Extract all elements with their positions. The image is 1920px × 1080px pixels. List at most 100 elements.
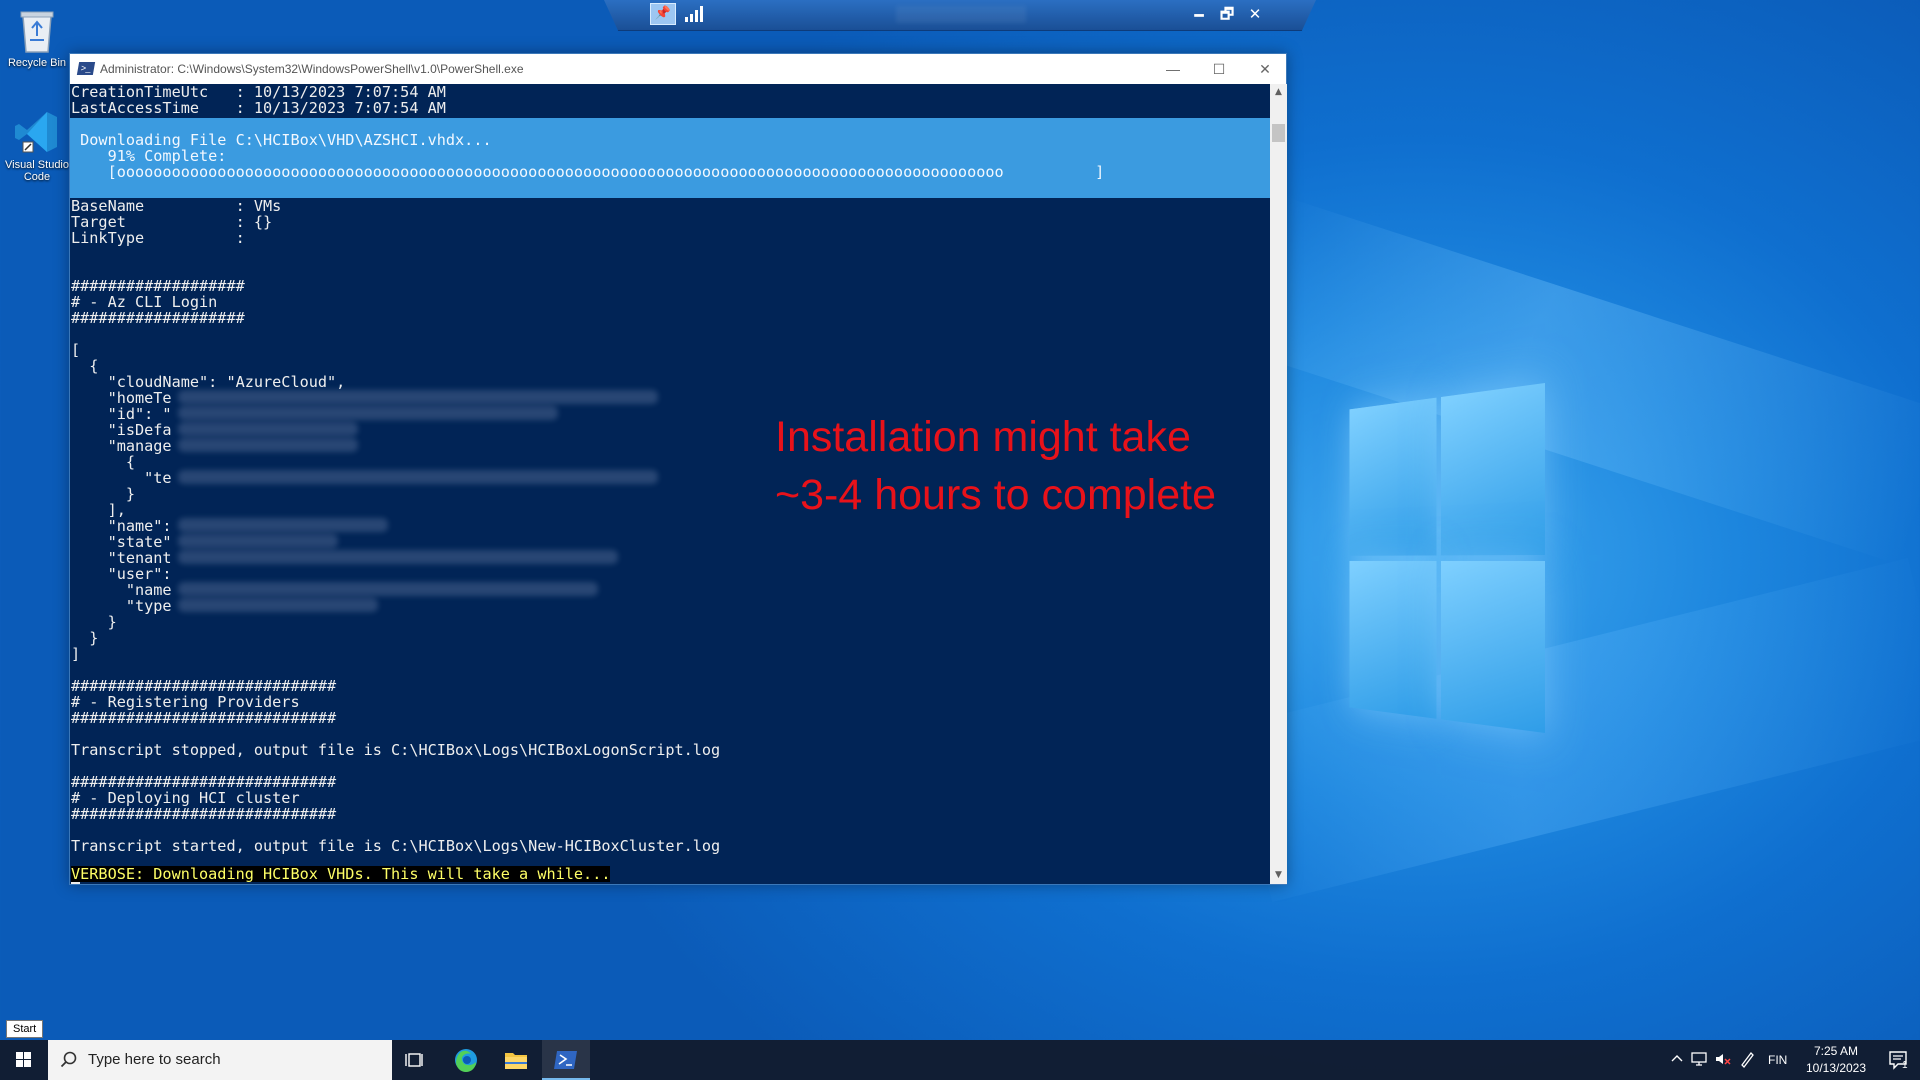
redacted-value — [178, 534, 338, 548]
rdp-minimize-button[interactable]: 🗕 — [1188, 3, 1210, 25]
pen-workspace-icon[interactable] — [1738, 1050, 1756, 1068]
console-line: ################### — [71, 277, 245, 295]
console-line: "cloudName": "AzureCloud", — [71, 373, 346, 391]
console-line: "state" — [71, 533, 172, 551]
scroll-up-icon[interactable]: ▲ — [1270, 84, 1287, 101]
remote-desktop-connection-bar: 📌 🗕 🗗 ✕ — [604, 0, 1316, 31]
console-line: "id": " — [71, 405, 172, 423]
start-tooltip: Start — [6, 1020, 44, 1038]
console-line: ################### — [71, 309, 245, 327]
console-line: [ — [71, 341, 81, 359]
console-line: ############################# — [71, 773, 337, 791]
search-icon — [60, 1051, 77, 1068]
taskbar-clock[interactable]: 7:25 AM 10/13/2023 — [1796, 1043, 1876, 1077]
console-line: "tenant — [71, 549, 172, 567]
powershell-icon: >_ — [76, 62, 96, 75]
desktop-icon-label: Recycle Bin — [7, 57, 67, 69]
console-line: "name — [71, 581, 172, 599]
console-line: } — [71, 485, 136, 503]
console-line: LinkType : — [71, 229, 245, 247]
redacted-value — [178, 470, 658, 484]
windows-start-icon — [16, 1052, 31, 1067]
console-line: "type — [71, 597, 172, 615]
console-line: "manage — [71, 437, 172, 455]
window-title-bar[interactable]: >_ Administrator: C:\Windows\System32\Wi… — [70, 54, 1286, 84]
rdp-restore-button[interactable]: 🗗 — [1216, 3, 1238, 25]
redacted-value — [178, 582, 598, 596]
text-cursor — [71, 882, 80, 884]
console-line: ############################# — [71, 709, 337, 727]
file-explorer-taskbar-button[interactable] — [492, 1040, 540, 1080]
taskbar-search-box[interactable]: Type here to search — [48, 1040, 392, 1080]
console-line: "homeTe — [71, 389, 172, 407]
console-line: } — [71, 613, 117, 631]
taskbar: Type here to search FIN 7:25 AM 10/13/20… — [0, 1040, 1920, 1080]
console-line: Target : {} — [71, 213, 273, 231]
console-line: # - Deploying HCI cluster — [71, 789, 300, 807]
pin-icon[interactable]: 📌 — [650, 3, 676, 25]
powershell-taskbar-button[interactable] — [542, 1040, 590, 1080]
chevron-up-icon[interactable] — [1670, 1052, 1684, 1066]
scrollbar-thumb[interactable] — [1272, 124, 1285, 142]
folder-icon — [505, 1053, 527, 1069]
close-button[interactable]: ✕ — [1242, 54, 1288, 84]
search-placeholder: Type here to search — [88, 1051, 221, 1068]
console-line: "te — [71, 469, 172, 487]
remote-host-name-redacted — [896, 6, 1026, 23]
visual-studio-code-icon — [15, 112, 57, 153]
desktop-icon-vscode[interactable]: Visual Studio Code — [0, 108, 74, 183]
task-view-button[interactable] — [392, 1040, 440, 1080]
progress-status: 91% Complete: — [71, 147, 227, 165]
maximize-button[interactable]: ☐ — [1196, 54, 1242, 84]
redacted-value — [178, 598, 378, 612]
notification-count-badge: 1 — [1902, 1060, 1908, 1071]
console-line: Transcript started, output file is C:\HC… — [71, 837, 721, 855]
action-center-button[interactable]: 1 — [1876, 1040, 1920, 1080]
minimize-button[interactable]: — — [1150, 54, 1196, 84]
console-line: } — [71, 629, 99, 647]
redacted-value — [178, 550, 618, 564]
connection-quality-icon[interactable] — [684, 6, 704, 22]
scroll-down-icon[interactable]: ▼ — [1270, 867, 1287, 884]
clock-time: 7:25 AM — [1813, 1044, 1859, 1058]
desktop-icon-label: Visual Studio Code — [4, 159, 69, 183]
console-line: BaseName : VMs — [71, 197, 282, 215]
network-icon[interactable] — [1690, 1051, 1708, 1067]
edge-icon — [455, 1049, 477, 1072]
wallpaper-light-beam — [1228, 558, 1920, 902]
start-button[interactable] — [0, 1040, 48, 1080]
console-line: Transcript stopped, output file is C:\HC… — [71, 741, 721, 759]
progress-indicator: Downloading File C:\HCIBox\VHD\AZSHCI.vh… — [70, 118, 1270, 198]
redacted-value — [178, 406, 558, 420]
annotation-text: Installation might take ~3-4 hours to co… — [775, 413, 1217, 519]
rdp-close-button[interactable]: ✕ — [1244, 3, 1266, 25]
console-line: ############################# — [71, 805, 337, 823]
console-line: ############################# — [71, 677, 337, 695]
edge-taskbar-button[interactable] — [442, 1040, 490, 1080]
task-view-icon — [405, 1053, 423, 1067]
system-tray: FIN — [1664, 1040, 1796, 1080]
redacted-value — [178, 390, 658, 404]
verbose-line: VERBOSE: Downloading HCIBox VHDs. This w… — [71, 865, 611, 883]
window-title: Administrator: C:\Windows\System32\Windo… — [100, 62, 524, 76]
console-line: "isDefa — [71, 421, 172, 439]
powershell-icon — [554, 1051, 577, 1069]
console-line: ], — [71, 501, 126, 519]
desktop-icon-recycle-bin[interactable]: Recycle Bin — [0, 6, 74, 69]
console-line: LastAccessTime : 10/13/2023 7:07:54 AM — [71, 99, 446, 117]
console-line: ] — [71, 645, 81, 663]
clock-date: 10/13/2023 — [1805, 1061, 1867, 1075]
windows-logo-wallpaper — [1349, 383, 1545, 738]
input-language-indicator[interactable]: FIN — [1768, 1053, 1787, 1067]
redacted-value — [178, 438, 358, 452]
console-line: { — [71, 453, 136, 471]
recycle-bin-icon — [20, 11, 54, 53]
progress-activity: Downloading File C:\HCIBox\VHD\AZSHCI.vh… — [71, 131, 492, 149]
wallpaper-light-beam — [1232, 195, 1920, 565]
console-line: "name": — [71, 517, 172, 535]
volume-muted-icon[interactable] — [1714, 1051, 1732, 1067]
redacted-value — [178, 518, 388, 532]
vertical-scrollbar[interactable]: ▲ ▼ — [1270, 84, 1287, 884]
console-line: { — [71, 357, 99, 375]
console-line: "user": — [71, 565, 172, 583]
